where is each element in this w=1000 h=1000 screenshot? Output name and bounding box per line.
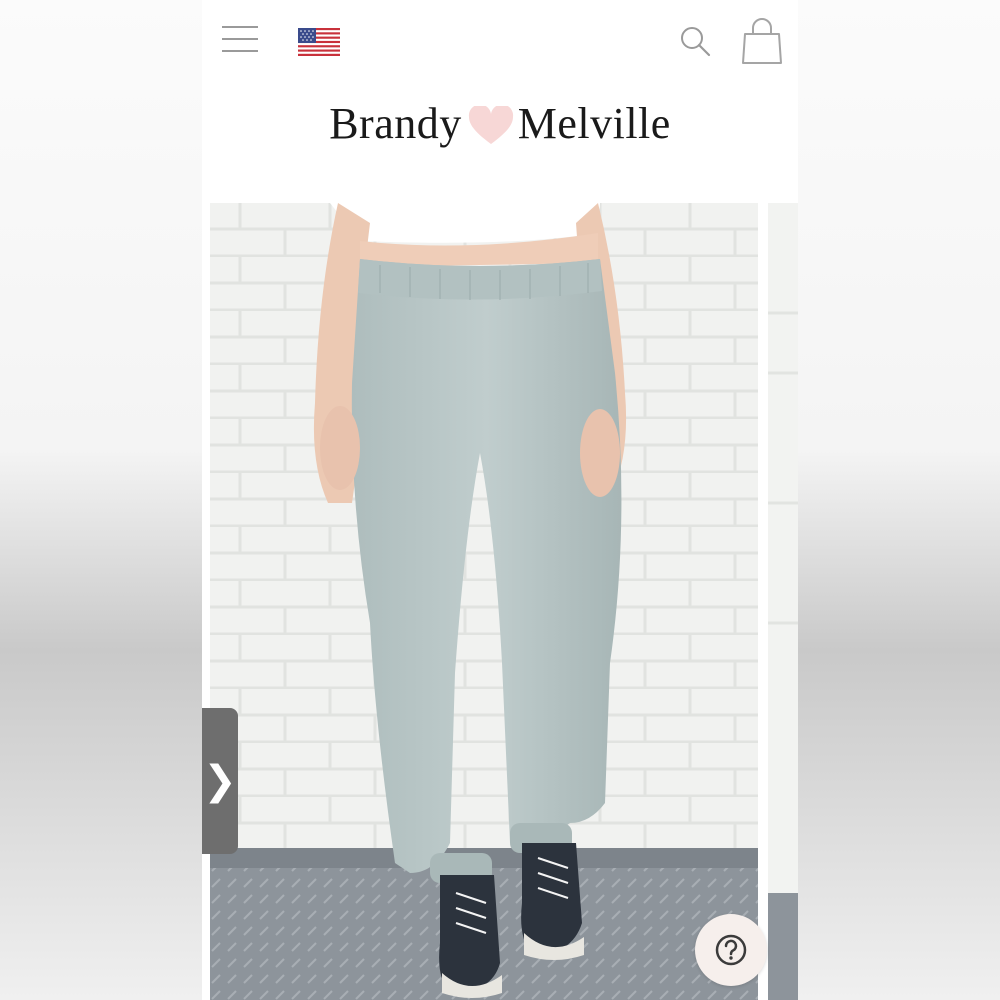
- logo-text-left: Brandy: [329, 99, 462, 148]
- product-photo-main[interactable]: [210, 203, 758, 1000]
- logo-text-right: Melville: [517, 99, 671, 148]
- product-photo-next-preview[interactable]: [768, 203, 798, 1000]
- chevron-right-icon: ❯: [203, 758, 237, 804]
- site-header: Brandy Melville: [202, 0, 798, 200]
- next-image-button[interactable]: ❯: [202, 708, 238, 854]
- question-mark-icon: [715, 934, 747, 966]
- search-icon[interactable]: [678, 24, 712, 58]
- hamburger-menu-icon[interactable]: [222, 26, 260, 56]
- product-image-gallery: [210, 203, 798, 1000]
- help-button[interactable]: [695, 914, 767, 986]
- shopping-bag-icon[interactable]: [740, 16, 784, 66]
- heart-icon: [468, 104, 514, 144]
- product-page: Brandy Melville: [202, 0, 798, 1000]
- brand-logo[interactable]: Brandy Melville: [202, 96, 798, 152]
- us-flag-icon[interactable]: [298, 28, 340, 56]
